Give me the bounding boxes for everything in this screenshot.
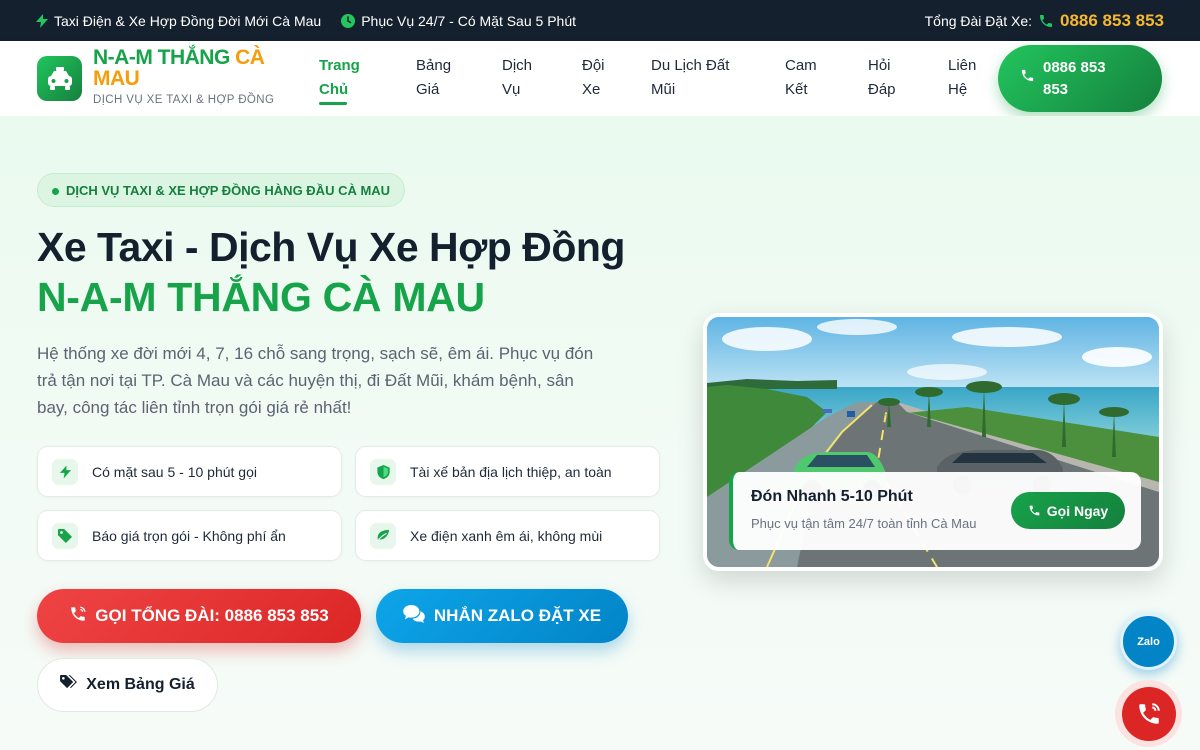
site-header: N-A-M THẮNG CÀ MAU DỊCH VỤ XE TAXI & HỢP… [0, 41, 1200, 116]
nav-faq[interactable]: Hỏi Đáp [868, 54, 896, 102]
phone-icon [1028, 504, 1041, 517]
phone-ring-icon [1121, 686, 1176, 741]
taxi-logo-icon[interactable] [37, 56, 82, 101]
feature-text: Tài xế bản địa lịch thiệp, an toàn [410, 463, 612, 480]
bolt-icon [52, 458, 78, 485]
nav-fleet[interactable]: Đội Xe [582, 54, 605, 102]
header-call-label: 0886 853 853 [1043, 58, 1106, 98]
topbar-promo-text: Taxi Điện & Xe Hợp Đồng Đời Mới Cà Mau [54, 12, 322, 29]
phone-float-button[interactable] [1115, 680, 1182, 747]
hero-section: DỊCH VỤ TAXI & XE HỢP ĐỒNG HÀNG ĐẦU CÀ M… [0, 116, 1200, 750]
top-bar: Taxi Điện & Xe Hợp Đồng Đời Mới Cà Mau P… [0, 0, 1200, 41]
nav-contact[interactable]: Liên Hệ [948, 54, 976, 102]
call-now-label: Gọi Ngay [1046, 502, 1109, 519]
pickup-title: Đón Nhanh 5-10 Phút [751, 488, 913, 505]
nav-dat-mui-tour[interactable]: Du Lịch Đất Mũi [651, 54, 729, 102]
hero-photo-card: Đón Nhanh 5-10 Phút Phục vụ tận tâm 24/7… [703, 313, 1163, 571]
hotline-label: Tổng Đài Đặt Xe: [924, 12, 1032, 29]
feature-text: Báo giá trọn gói - Không phí ẩn [92, 527, 286, 544]
zalo-booking-button[interactable]: NHẮN ZALO ĐẶT XE [376, 589, 628, 643]
brand-name: N-A-M THẮNG CÀ MAU [93, 46, 265, 90]
call-hotline-button[interactable]: GỌI TỔNG ĐÀI: 0886 853 853 [37, 589, 361, 643]
feature-text: Có mặt sau 5 - 10 phút gọi [92, 463, 257, 480]
phone-icon [1038, 13, 1054, 29]
tags-icon [60, 675, 78, 695]
shield-icon [370, 458, 396, 485]
feature-text: Xe điện xanh êm ái, không mùi [410, 527, 603, 544]
view-pricing-button[interactable]: Xem Bảng Giá [37, 658, 218, 712]
pickup-subtitle: Phục vụ tận tâm 24/7 toàn tỉnh Cà Mau [751, 516, 977, 531]
clock-icon [341, 13, 356, 28]
nav-home[interactable]: Trang Chủ [319, 54, 360, 105]
header-call-button[interactable]: 0886 853 853 [998, 45, 1162, 112]
zalo-booking-label: NHẮN ZALO ĐẶT XE [433, 606, 602, 625]
nav-pricing[interactable]: Bảng Giá [416, 54, 451, 102]
phone-volume-icon [69, 605, 87, 628]
hero-title: Xe Taxi - Dịch Vụ Xe Hợp Đồng [37, 224, 625, 270]
feature-local-driver: Tài xế bản địa lịch thiệp, an toàn [355, 446, 660, 497]
nav-services[interactable]: Dịch Vụ [502, 54, 532, 102]
view-pricing-label: Xem Bảng Giá [86, 676, 195, 693]
call-now-button[interactable]: Gọi Ngay [1011, 492, 1125, 529]
topbar-hotline[interactable]: Tổng Đài Đặt Xe: 0886 853 853 [925, 11, 1164, 31]
hotline-number[interactable]: 0886 853 853 [1060, 11, 1164, 31]
brand[interactable]: N-A-M THẮNG CÀ MAU DỊCH VỤ XE TAXI & HỢP… [93, 47, 293, 106]
feature-fixed-price: Báo giá trọn gói - Không phí ẩn [37, 510, 342, 561]
hero-title-brand: N-A-M THẮNG CÀ MAU [37, 274, 485, 320]
zalo-float-button[interactable]: Zalo [1120, 613, 1177, 670]
hero-badge: DỊCH VỤ TAXI & XE HỢP ĐỒNG HÀNG ĐẦU CÀ M… [37, 173, 406, 207]
chat-bubbles-icon [403, 604, 425, 628]
hero-description: Hệ thống xe đời mới 4, 7, 16 chỗ sang tr… [37, 344, 594, 417]
nav-commitment[interactable]: Cam Kết [785, 54, 817, 102]
topbar-service-text: Phục Vụ 24/7 - Có Mặt Sau 5 Phút [361, 12, 576, 29]
feature-fast-arrival: Có mặt sau 5 - 10 phút gọi [37, 446, 342, 497]
leaf-icon [370, 522, 396, 549]
brand-tagline: DỊCH VỤ XE TAXI & HỢP ĐỒNG [93, 94, 275, 106]
tag-icon [52, 522, 78, 549]
phone-icon [1020, 68, 1035, 90]
call-hotline-label: GỌI TỔNG ĐÀI: 0886 853 853 [95, 606, 329, 625]
topbar-service: Phục Vụ 24/7 - Có Mặt Sau 5 Phút [341, 13, 576, 29]
topbar-promo: Taxi Điện & Xe Hợp Đồng Đời Mới Cà Mau [36, 13, 321, 29]
zalo-label: Zalo [1137, 635, 1160, 648]
feature-electric-car: Xe điện xanh êm ái, không mùi [355, 510, 660, 561]
bolt-icon [36, 13, 48, 28]
pickup-info-card: Đón Nhanh 5-10 Phút Phục vụ tận tâm 24/7… [729, 472, 1141, 550]
